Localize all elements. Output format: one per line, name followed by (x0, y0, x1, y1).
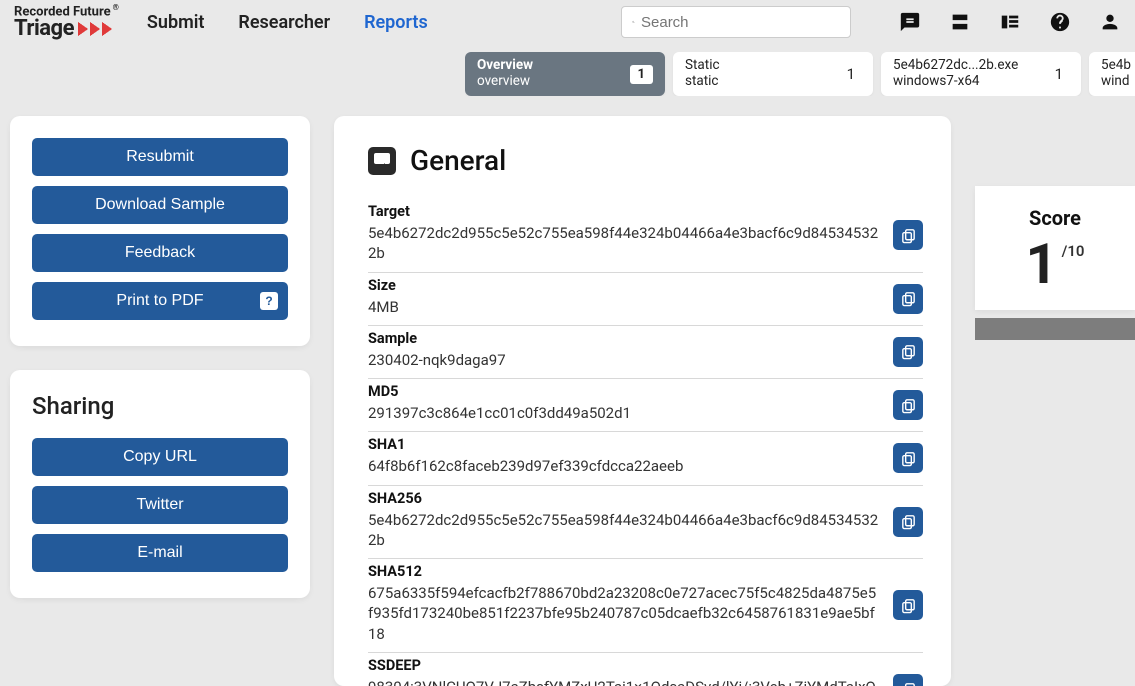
score-card: Score 1 /10 (975, 186, 1135, 310)
help-icon[interactable] (1049, 11, 1071, 33)
score-bar (975, 318, 1135, 340)
account-icon[interactable] (1099, 11, 1121, 33)
report-tabs: Overview overview 1 Static static 1 5e4b… (465, 52, 1135, 96)
copy-ssdeep-button[interactable] (893, 674, 923, 686)
copy-url-button[interactable]: Copy URL (32, 438, 288, 476)
brand-top-text: Recorded Future (14, 4, 119, 18)
primary-nav: Submit Researcher Reports (147, 12, 428, 33)
copy-target-button[interactable] (893, 220, 923, 250)
copy-sha1-button[interactable] (893, 443, 923, 473)
note-icon (368, 147, 396, 175)
copy-sha512-button[interactable] (893, 590, 923, 620)
top-bar: Recorded Future Triage Submit Researcher… (0, 0, 1135, 40)
feedback-button[interactable]: Feedback (32, 234, 288, 272)
download-sample-button[interactable]: Download Sample (32, 186, 288, 224)
tab-task-2[interactable]: 5e4b wind (1089, 52, 1135, 96)
sharing-card: Sharing Copy URL Twitter E-mail (10, 370, 310, 598)
field-sha512: SHA512 675a6335f594efcacfb2f788670bd2a23… (368, 559, 923, 653)
tab-task-1-badge: 1 (1049, 65, 1069, 83)
nav-submit[interactable]: Submit (147, 12, 205, 33)
print-help-icon[interactable]: ? (260, 292, 278, 310)
brand-bottom-text: Triage (14, 18, 74, 40)
tab-overview[interactable]: Overview overview 1 (465, 52, 665, 96)
field-size: Size 4MB (368, 273, 923, 326)
twitter-button[interactable]: Twitter (32, 486, 288, 524)
server-icon[interactable] (949, 11, 971, 33)
copy-sha256-button[interactable] (893, 507, 923, 537)
brand-chevrons-icon (78, 22, 114, 36)
field-ssdeep: SSDEEP 98304:3VNlCUQ7VJ7aZbsfYMZxU2Tai1×… (368, 653, 923, 686)
docs-icon[interactable] (999, 11, 1021, 33)
search-box[interactable] (621, 6, 851, 38)
nav-reports[interactable]: Reports (364, 12, 428, 33)
score-value: 1 (1026, 236, 1058, 292)
general-panel: General Target 5e4b6272dc2d955c5e52c755e… (334, 116, 951, 686)
actions-card: Resubmit Download Sample Feedback Print … (10, 116, 310, 346)
sidebar: Resubmit Download Sample Feedback Print … (10, 116, 310, 686)
general-title: General (410, 144, 506, 177)
sharing-title: Sharing (32, 392, 288, 420)
resubmit-button[interactable]: Resubmit (32, 138, 288, 176)
score-column: Score 1 /10 (975, 186, 1135, 686)
search-input[interactable] (641, 14, 840, 31)
score-label: Score (985, 206, 1125, 230)
content-area: Resubmit Download Sample Feedback Print … (0, 96, 1135, 686)
search-icon (632, 12, 635, 32)
email-button[interactable]: E-mail (32, 534, 288, 572)
field-sample: Sample 230402-nqk9daga97 (368, 326, 923, 379)
top-icons (899, 11, 1121, 33)
score-denom: /10 (1062, 244, 1085, 259)
field-sha256: SHA256 5e4b6272dc2d955c5e52c755ea598f44e… (368, 486, 923, 560)
tab-task-1[interactable]: 5e4b6272dc...2b.exe windows7-x64 1 (881, 52, 1081, 96)
copy-size-button[interactable] (893, 284, 923, 314)
copy-sample-button[interactable] (893, 337, 923, 367)
brand-logo[interactable]: Recorded Future Triage (14, 4, 119, 40)
field-target: Target 5e4b6272dc2d955c5e52c755ea598f44e… (368, 199, 923, 273)
copy-md5-button[interactable] (893, 390, 923, 420)
print-pdf-button[interactable]: Print to PDF ? (32, 282, 288, 320)
field-sha1: SHA1 64f8b6f162c8faceb239d97ef339cfdcca2… (368, 432, 923, 485)
tab-static-badge: 1 (841, 65, 861, 83)
tab-overview-badge: 1 (630, 65, 653, 84)
nav-researcher[interactable]: Researcher (238, 12, 330, 33)
tab-static[interactable]: Static static 1 (673, 52, 873, 96)
field-md5: MD5 291397c3c864e1cc01c0f3dd49a502d1 (368, 379, 923, 432)
chat-icon[interactable] (899, 11, 921, 33)
